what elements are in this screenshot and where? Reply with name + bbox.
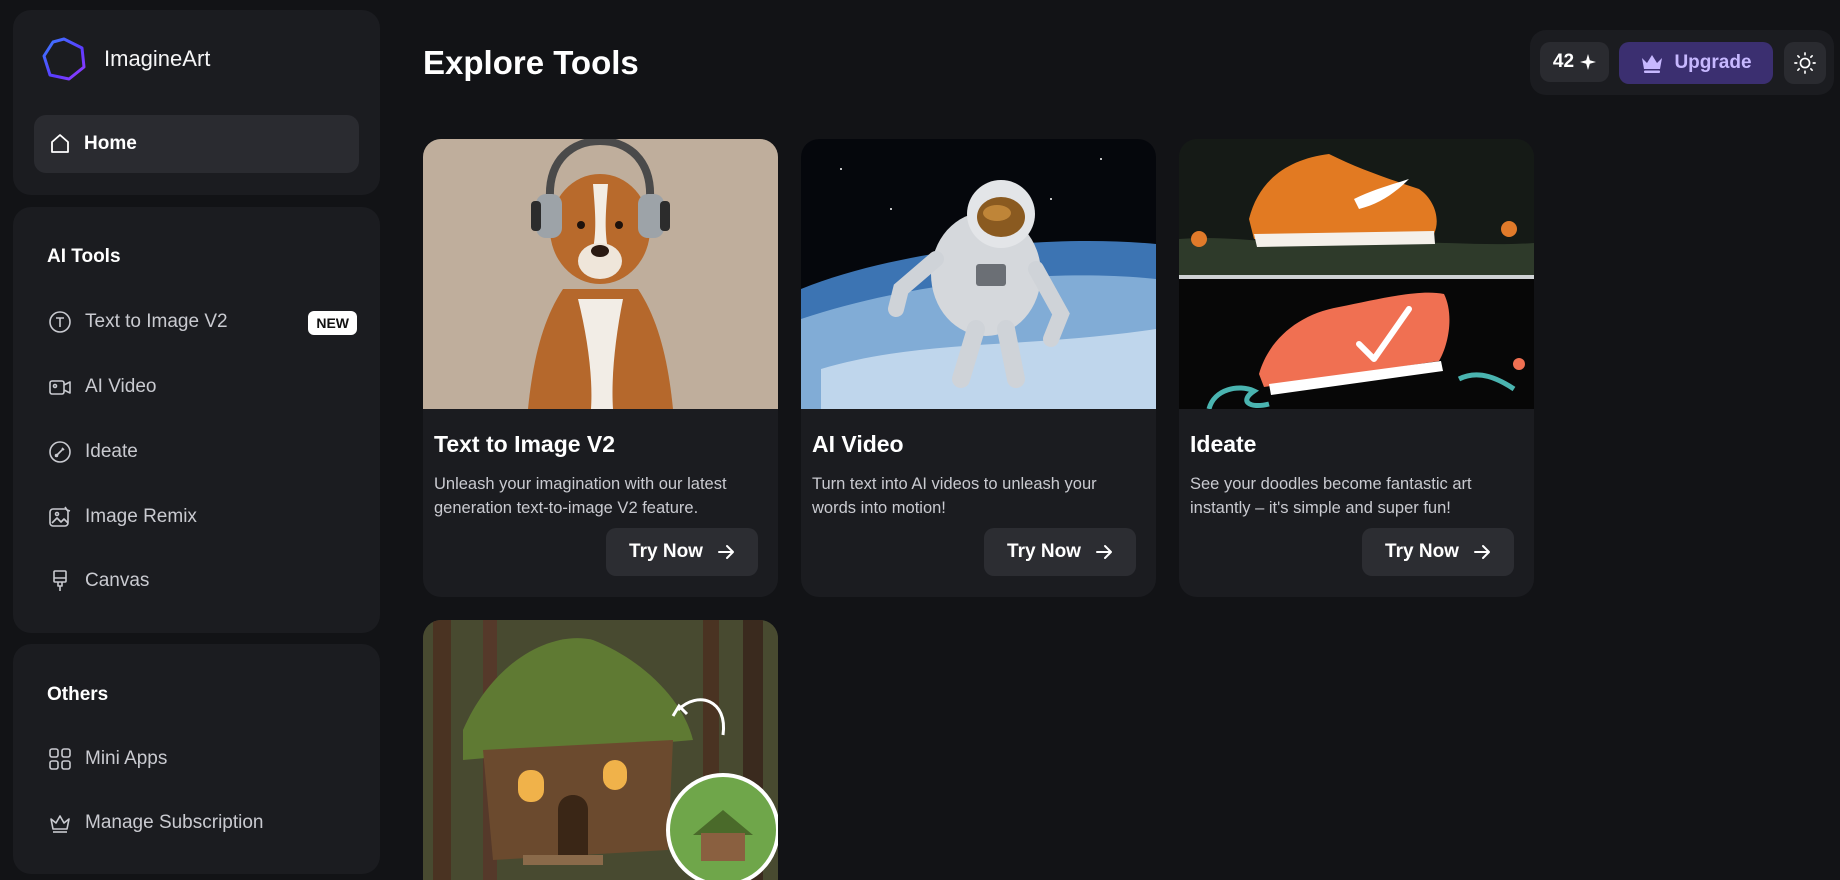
sidebar-item-canvas[interactable]: Canvas <box>47 561 357 601</box>
card-title: Ideate <box>1190 431 1257 457</box>
sidebar-item-image-remix[interactable]: Image Remix <box>47 497 357 537</box>
sidebar-item-label: Home <box>84 133 137 154</box>
top-actions-bar: 42 Upgrade <box>1530 30 1834 95</box>
section-title-others: Others <box>47 684 109 705</box>
crown-icon <box>47 810 73 836</box>
sidebar-item-ai-video[interactable]: AI Video <box>47 367 357 407</box>
sneaker-doodle-image <box>1179 139 1534 409</box>
astronaut-image <box>801 139 1156 409</box>
grid-icon <box>47 746 73 772</box>
sidebar-item-label: AI Video <box>85 376 157 397</box>
dog-headphones-image <box>423 139 778 409</box>
new-badge: NEW <box>308 311 357 335</box>
sidebar-item-label: Ideate <box>85 441 138 462</box>
sidebar-item-label: Image Remix <box>85 506 197 527</box>
tool-card-text-to-image[interactable]: Text to Image V2 Unleash your imaginatio… <box>423 139 778 597</box>
ideate-icon <box>47 439 73 465</box>
imagineart-logo[interactable] <box>41 36 87 82</box>
try-now-button[interactable]: Try Now <box>606 528 758 576</box>
home-icon <box>51 134 69 153</box>
crown-icon <box>1642 55 1663 73</box>
brush-icon <box>47 568 73 594</box>
theme-toggle-button[interactable] <box>1784 42 1826 84</box>
try-now-button[interactable]: Try Now <box>984 528 1136 576</box>
section-title-ai-tools: AI Tools <box>47 246 121 267</box>
sidebar-item-text-to-image[interactable]: Text to Image V2 NEW <box>47 302 357 342</box>
sidebar-item-ideate[interactable]: Ideate <box>47 432 357 472</box>
arrow-right-icon <box>1095 545 1112 559</box>
try-now-label: Try Now <box>1007 541 1081 562</box>
card-description: Turn text into AI videos to unleash your… <box>812 475 1097 517</box>
brand-name: ImagineArt <box>104 46 211 71</box>
sidebar-item-label: Mini Apps <box>85 748 168 769</box>
arrow-right-icon <box>717 545 734 559</box>
credits-counter[interactable]: 42 <box>1540 42 1609 82</box>
credits-value: 42 <box>1552 51 1575 72</box>
card-title: Text to Image V2 <box>434 431 616 457</box>
sun-icon <box>1794 52 1816 74</box>
page-title: Explore Tools <box>423 44 639 81</box>
sidebar-item-label: Manage Subscription <box>85 812 264 833</box>
brand-panel: ImagineArt Home <box>13 10 380 195</box>
try-now-label: Try Now <box>629 541 703 562</box>
tool-card-ideate[interactable]: Ideate See your doodles become fantastic… <box>1179 139 1534 597</box>
card-description: Unleash your imagination with our latest… <box>434 475 727 517</box>
arrow-right-icon <box>1473 545 1490 559</box>
try-now-button[interactable]: Try Now <box>1362 528 1514 576</box>
sidebar-item-label: Text to Image V2 <box>85 311 228 332</box>
sidebar-item-label: Canvas <box>85 570 150 591</box>
upgrade-button[interactable]: Upgrade <box>1619 42 1773 84</box>
card-title: AI Video <box>812 431 904 457</box>
sidebar-item-manage-subscription[interactable]: Manage Subscription <box>47 803 357 843</box>
ai-tools-panel: AI Tools Text to Image V2 NEW AI Video I… <box>13 207 380 633</box>
remix-icon <box>47 504 73 530</box>
sidebar-item-mini-apps[interactable]: Mini Apps <box>47 739 357 779</box>
fairy-house-image <box>423 620 778 880</box>
tool-card-ai-video[interactable]: AI Video Turn text into AI videos to unl… <box>801 139 1156 597</box>
video-icon <box>47 374 73 400</box>
sidebar-item-home[interactable]: Home <box>34 115 359 173</box>
card-description: See your doodles become fantastic art in… <box>1190 475 1472 517</box>
tool-card-image-remix[interactable] <box>423 620 778 880</box>
others-panel: Others Mini Apps Manage Subscription <box>13 644 380 874</box>
try-now-label: Try Now <box>1385 541 1459 562</box>
upgrade-label: Upgrade <box>1674 52 1752 73</box>
sparkle-icon <box>1580 54 1597 70</box>
text-icon <box>47 309 73 335</box>
